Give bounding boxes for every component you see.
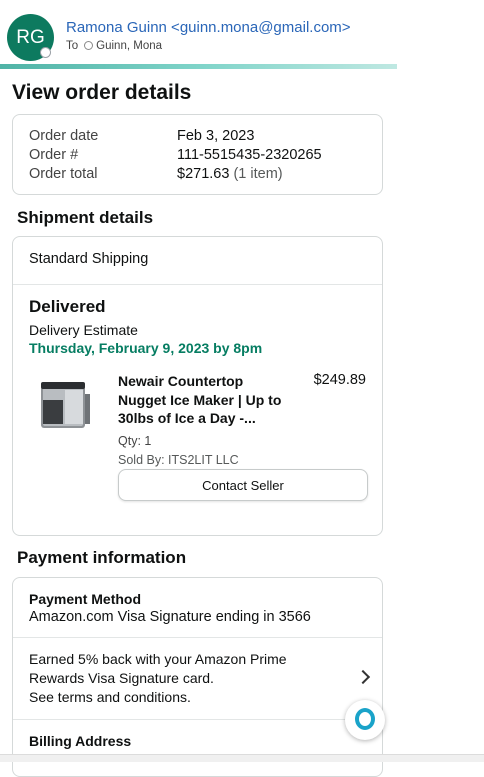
payment-method-label: Payment Method bbox=[29, 591, 142, 607]
recipient-presence-icon bbox=[84, 41, 94, 50]
delivery-status: Delivered bbox=[29, 297, 106, 316]
to-label: To bbox=[66, 40, 79, 52]
contact-seller-button[interactable]: Contact Seller bbox=[118, 469, 368, 501]
product-image[interactable] bbox=[37, 380, 93, 432]
shipment-card: Standard Shipping Delivered Delivery Est… bbox=[12, 236, 383, 536]
order-summary-card: Order date Feb 3, 2023 Order # 111-55154… bbox=[12, 114, 383, 195]
recipient-name[interactable]: Guinn, Mona bbox=[96, 40, 162, 52]
order-number-row: Order # 111-5515435-2320265 bbox=[29, 146, 366, 165]
shipment-section-title: Shipment details bbox=[17, 208, 154, 227]
rewards-line-2: Rewards Visa Signature card. bbox=[29, 670, 214, 686]
order-date-row: Order date Feb 3, 2023 bbox=[29, 127, 366, 146]
page-title: View order details bbox=[12, 81, 192, 104]
chevron-right-icon[interactable] bbox=[355, 669, 371, 685]
item-price: $249.89 bbox=[313, 372, 366, 388]
rewards-line-1: Earned 5% back with your Amazon Prime bbox=[29, 651, 287, 667]
item-seller: Sold By: ITS2LIT LLC bbox=[118, 452, 239, 467]
order-total-label: Order total bbox=[29, 166, 98, 182]
order-number-value: 111-5515435-2320265 bbox=[177, 147, 322, 163]
delivery-block: Delivered Delivery Estimate Thursday, Fe… bbox=[13, 285, 382, 502]
item-title[interactable]: Newair Countertop Nugget Ice Maker | Up … bbox=[118, 372, 288, 428]
email-header: RG Ramona Guinn <guinn.mona@gmail.com> T… bbox=[0, 0, 484, 70]
item-count: (1 item) bbox=[233, 166, 283, 182]
order-total-value: $271.63 bbox=[177, 166, 230, 182]
assistant-icon bbox=[355, 708, 375, 730]
order-total-row: Order total $271.63 (1 item) bbox=[29, 165, 366, 184]
header-accent-bar bbox=[0, 64, 397, 69]
payment-method-block: Payment Method Amazon.com Visa Signature… bbox=[13, 578, 382, 638]
order-item: Newair Countertop Nugget Ice Maker | Up … bbox=[29, 372, 368, 502]
payment-card: Payment Method Amazon.com Visa Signature… bbox=[12, 577, 383, 777]
shipping-method: Standard Shipping bbox=[13, 237, 382, 285]
payment-section-title: Payment information bbox=[17, 548, 187, 567]
order-date-value: Feb 3, 2023 bbox=[177, 128, 255, 144]
order-date-label: Order date bbox=[29, 128, 99, 144]
presence-status-icon bbox=[40, 47, 51, 58]
assistant-button[interactable] bbox=[345, 700, 385, 740]
payment-method-value: Amazon.com Visa Signature ending in 3566 bbox=[29, 609, 311, 625]
delivery-estimate-date: Thursday, February 9, 2023 by 8pm bbox=[29, 340, 263, 356]
rewards-line-3: See terms and conditions. bbox=[29, 689, 191, 705]
rewards-row[interactable]: Earned 5% back with your Amazon Prime Re… bbox=[13, 638, 382, 720]
item-quantity: Qty: 1 bbox=[118, 433, 152, 448]
recipient-row: To Guinn, Mona bbox=[66, 40, 162, 52]
delivery-estimate-label: Delivery Estimate bbox=[29, 322, 138, 338]
sender-name[interactable]: Ramona Guinn <guinn.mona@gmail.com> bbox=[66, 19, 351, 36]
order-number-label: Order # bbox=[29, 147, 79, 163]
item-details: Newair Countertop Nugget Ice Maker | Up … bbox=[118, 372, 288, 467]
